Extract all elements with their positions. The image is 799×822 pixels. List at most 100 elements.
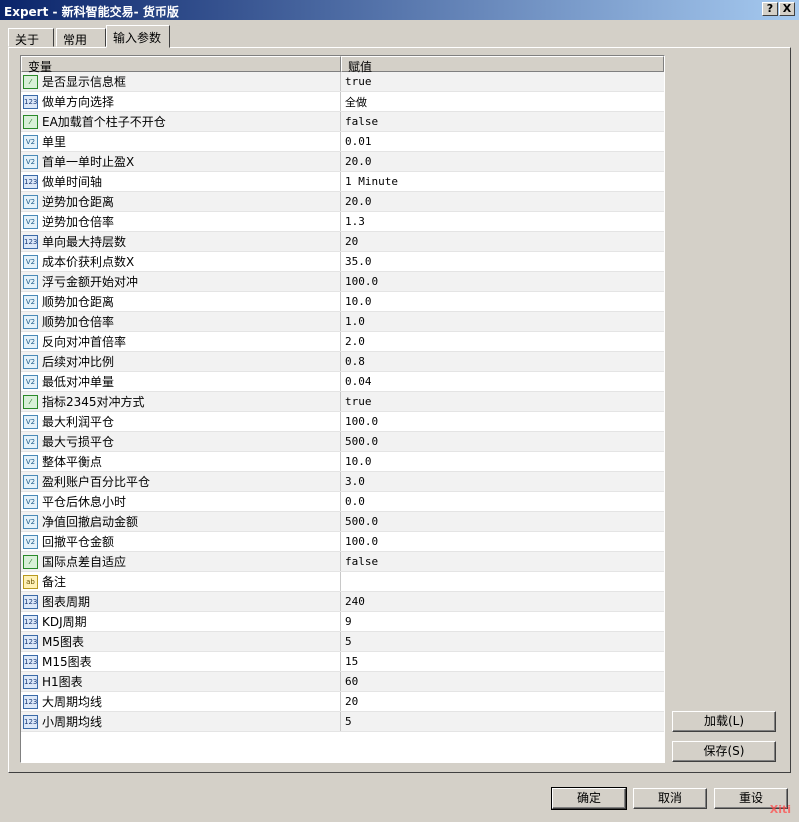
table-row[interactable]: V2 盈利账户百分比平仓 3.0 (21, 472, 664, 492)
param-value[interactable]: false (341, 552, 664, 571)
double-param-icon: V2 (23, 474, 38, 489)
param-value[interactable]: 500.0 (341, 512, 664, 531)
param-name: 小周期均线 (42, 715, 103, 729)
param-name: M5图表 (42, 635, 84, 649)
param-value[interactable]: 10.0 (341, 292, 664, 311)
help-button[interactable]: ? (762, 2, 778, 16)
table-row[interactable]: ⁄ 国际点差自适应 false (21, 552, 664, 572)
table-row[interactable]: V2 平仓后休息小时 0.0 (21, 492, 664, 512)
param-value[interactable]: 20 (341, 232, 664, 251)
param-value[interactable]: 2.0 (341, 332, 664, 351)
param-name: 顺势加仓距离 (42, 295, 115, 309)
param-value[interactable]: true (341, 72, 664, 91)
table-row[interactable]: V2 成本价获利点数X 35.0 (21, 252, 664, 272)
save-button[interactable]: 保存(S) (672, 741, 776, 762)
table-row[interactable]: V2 顺势加仓距离 10.0 (21, 292, 664, 312)
table-row[interactable]: V2 反向对冲首倍率 2.0 (21, 332, 664, 352)
table-row[interactable]: V2 后续对冲比例 0.8 (21, 352, 664, 372)
table-row[interactable]: V2 回撤平仓金额 100.0 (21, 532, 664, 552)
table-row[interactable]: ab 备注 (21, 572, 664, 592)
watermark-logo: Xiti (769, 803, 791, 816)
table-row[interactable]: V2 最低对冲单量 0.04 (21, 372, 664, 392)
table-row[interactable]: V2 首单一单时止盈X 20.0 (21, 152, 664, 172)
table-row[interactable]: 123 做单方向选择 全做 (21, 92, 664, 112)
param-value[interactable]: 0.0 (341, 492, 664, 511)
param-value[interactable]: 20 (341, 692, 664, 711)
table-row[interactable]: V2 顺势加仓倍率 1.0 (21, 312, 664, 332)
param-name: 指标2345对冲方式 (42, 395, 145, 409)
table-row[interactable]: 123 单向最大持层数 20 (21, 232, 664, 252)
table-row[interactable]: V2 逆势加仓距离 20.0 (21, 192, 664, 212)
table-row[interactable]: 123 M5图表 5 (21, 632, 664, 652)
table-row[interactable]: 123 KDJ周期 9 (21, 612, 664, 632)
table-row[interactable]: V2 净值回撤启动金额 500.0 (21, 512, 664, 532)
double-param-icon: V2 (23, 414, 38, 429)
param-value[interactable]: 100.0 (341, 532, 664, 551)
param-name: 浮亏金额开始对冲 (42, 275, 139, 289)
table-row[interactable]: ⁄ 是否显示信息框 true (21, 72, 664, 92)
param-value[interactable]: 0.01 (341, 132, 664, 151)
header-variable[interactable]: 变量 (21, 56, 341, 74)
param-value[interactable]: 0.04 (341, 372, 664, 391)
table-row[interactable]: 123 小周期均线 5 (21, 712, 664, 732)
param-name-cell: 123 单向最大持层数 (21, 232, 341, 251)
param-name-cell: V2 最低对冲单量 (21, 372, 341, 391)
table-row[interactable]: V2 最大亏损平仓 500.0 (21, 432, 664, 452)
param-value[interactable]: 5 (341, 632, 664, 651)
double-param-icon: V2 (23, 534, 38, 549)
param-value[interactable]: 5 (341, 712, 664, 731)
param-value[interactable]: 1.0 (341, 312, 664, 331)
param-value[interactable] (341, 572, 664, 591)
param-value[interactable]: true (341, 392, 664, 411)
bool-param-icon: ⁄ (23, 394, 38, 409)
param-value[interactable]: false (341, 112, 664, 131)
param-name-cell: V2 整体平衡点 (21, 452, 341, 471)
table-row[interactable]: V2 整体平衡点 10.0 (21, 452, 664, 472)
param-value[interactable]: 9 (341, 612, 664, 631)
tab-common[interactable]: 常用 (56, 28, 106, 47)
param-value[interactable]: 10.0 (341, 452, 664, 471)
header-value[interactable]: 赋值 (341, 56, 664, 74)
param-value[interactable]: 3.0 (341, 472, 664, 491)
table-row[interactable]: ⁄ 指标2345对冲方式 true (21, 392, 664, 412)
double-param-icon: V2 (23, 134, 38, 149)
table-row[interactable]: 123 大周期均线 20 (21, 692, 664, 712)
load-button[interactable]: 加载(L) (672, 711, 776, 732)
integer-param-icon: 123 (23, 694, 38, 709)
table-row[interactable]: V2 最大利润平仓 100.0 (21, 412, 664, 432)
param-name-cell: V2 浮亏金额开始对冲 (21, 272, 341, 291)
param-name: M15图表 (42, 655, 92, 669)
param-value[interactable]: 100.0 (341, 412, 664, 431)
double-param-icon: V2 (23, 294, 38, 309)
param-value[interactable]: 60 (341, 672, 664, 691)
param-value[interactable]: 20.0 (341, 152, 664, 171)
table-row[interactable]: 123 图表周期 240 (21, 592, 664, 612)
ok-button[interactable]: 确定 (551, 787, 627, 810)
table-row[interactable]: V2 浮亏金额开始对冲 100.0 (21, 272, 664, 292)
table-row[interactable]: V2 单里 0.01 (21, 132, 664, 152)
param-name: KDJ周期 (42, 615, 87, 629)
table-row[interactable]: ⁄ EA加载首个柱子不开仓 false (21, 112, 664, 132)
param-name: 最大亏损平仓 (42, 435, 115, 449)
table-row[interactable]: 123 H1图表 60 (21, 672, 664, 692)
cancel-button[interactable]: 取消 (633, 788, 707, 809)
param-value[interactable]: 100.0 (341, 272, 664, 291)
close-button[interactable]: X (779, 2, 795, 16)
parameters-grid[interactable]: 变量 赋值 ⁄ 是否显示信息框 true 123 做单方向选择 全做 ⁄ EA加载首个柱子不开… (20, 55, 665, 763)
param-value[interactable]: 20.0 (341, 192, 664, 211)
param-value[interactable]: 全做 (341, 92, 664, 111)
table-row[interactable]: 123 做单时间轴 1 Minute (21, 172, 664, 192)
param-name-cell: 123 做单时间轴 (21, 172, 341, 191)
param-value[interactable]: 35.0 (341, 252, 664, 271)
param-value[interactable]: 500.0 (341, 432, 664, 451)
param-value[interactable]: 15 (341, 652, 664, 671)
param-name-cell: V2 逆势加仓倍率 (21, 212, 341, 231)
tab-about[interactable]: 关于 (8, 28, 54, 47)
param-value[interactable]: 1.3 (341, 212, 664, 231)
param-value[interactable]: 1 Minute (341, 172, 664, 191)
param-value[interactable]: 240 (341, 592, 664, 611)
tab-inputs[interactable]: 输入参数 (106, 25, 170, 48)
table-row[interactable]: V2 逆势加仓倍率 1.3 (21, 212, 664, 232)
table-row[interactable]: 123 M15图表 15 (21, 652, 664, 672)
param-value[interactable]: 0.8 (341, 352, 664, 371)
